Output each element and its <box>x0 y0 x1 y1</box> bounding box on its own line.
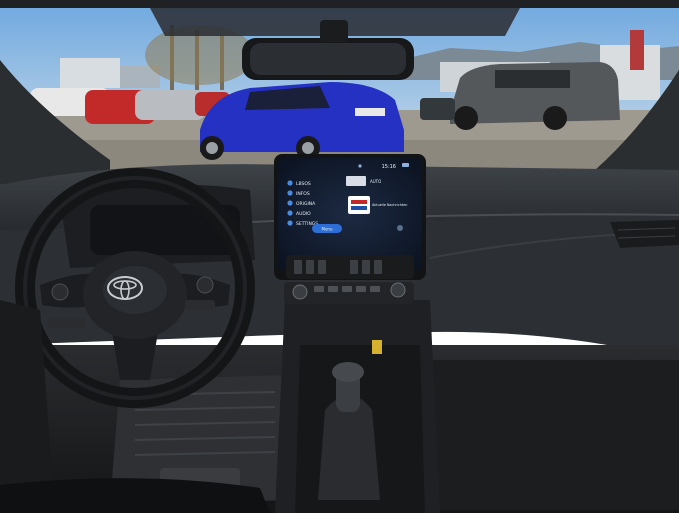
right-wheel-buttons-icon[interactable] <box>196 276 214 294</box>
temp-knob-right-icon[interactable] <box>390 282 406 298</box>
battery-icon <box>402 163 409 167</box>
svg-text:Aktuelle Nachrichten: Aktuelle Nachrichten <box>372 203 407 207</box>
phone-icon <box>287 180 293 186</box>
svg-text:AUDIO: AUDIO <box>296 211 311 217</box>
globe-icon <box>287 200 293 206</box>
gear-icon <box>287 220 293 226</box>
station-logo-icon <box>348 196 370 214</box>
menu-button[interactable]: Menu <box>312 224 342 233</box>
svg-text:Menu: Menu <box>322 227 333 232</box>
svg-text:ORIGINA: ORIGINA <box>296 201 316 207</box>
dashboard-photo: 15:16 LBSOS INFOS ORIGINA AUDIO SETTINGS… <box>0 0 679 513</box>
right-air-vent <box>610 220 679 248</box>
svg-text:LBSOS: LBSOS <box>296 181 311 187</box>
svg-text:AUTO: AUTO <box>370 179 381 184</box>
clock-text: 15:16 <box>382 164 396 170</box>
left-wheel-buttons-icon[interactable] <box>51 283 69 301</box>
center-console <box>275 300 440 513</box>
info-icon <box>287 190 293 196</box>
music-icon <box>287 210 293 216</box>
settings-dot-icon[interactable] <box>397 225 403 231</box>
svg-text:INFOS: INFOS <box>296 191 310 197</box>
bluetooth-icon <box>358 164 362 168</box>
grey-suv <box>450 62 620 130</box>
temp-knob-left-icon[interactable] <box>292 284 308 300</box>
